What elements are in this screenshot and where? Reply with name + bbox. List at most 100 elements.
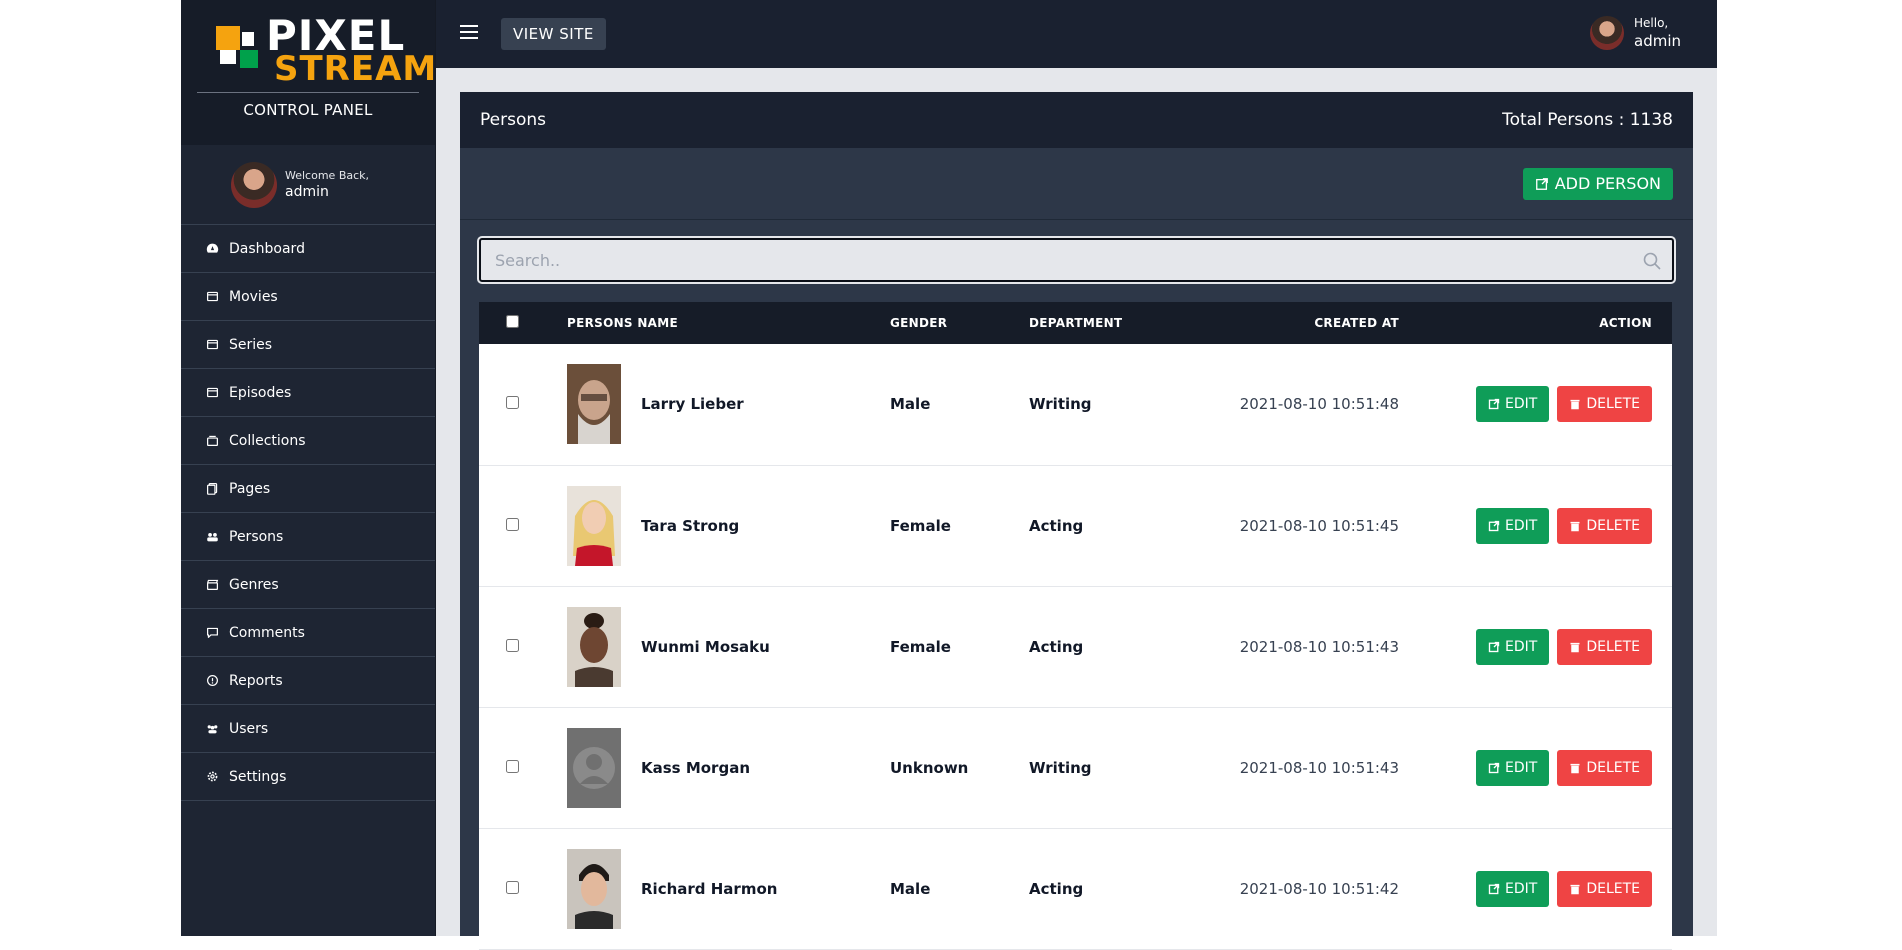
header-action: ACTION (1599, 316, 1652, 330)
sidebar-item-label: Genres (229, 576, 279, 593)
alert-icon (205, 674, 219, 688)
person-department: Writing (1029, 395, 1092, 414)
photo-young-man (567, 848, 621, 929)
sidebar-item-collections[interactable]: Collections (181, 417, 435, 465)
profile-name: admin (285, 184, 329, 200)
sidebar-item-label: Movies (229, 288, 278, 305)
person-gender: Unknown (890, 758, 969, 777)
sidebar-profile: Welcome Back, admin (181, 145, 435, 225)
app-shell: PIXEL STREAM CONTROL PANEL Welcome Back,… (181, 0, 1717, 949)
total-persons-count: Total Persons : 1138 (1502, 110, 1673, 130)
edit-button[interactable]: EDIT (1476, 628, 1550, 665)
edit-icon (1488, 762, 1500, 774)
edit-label: EDIT (1505, 638, 1538, 655)
sidebar-item-label: Settings (229, 768, 287, 785)
select-all-checkbox[interactable] (506, 315, 519, 328)
comment-icon (205, 626, 219, 640)
header-created-at: CREATED AT (1314, 316, 1399, 330)
person-gender: Female (890, 516, 951, 535)
persons-table: PERSONS NAME GENDER DEPARTMENT CREATED A… (479, 302, 1672, 950)
sidebar-item-label: Collections (229, 432, 306, 449)
avatar (231, 161, 277, 208)
sidebar-item-dashboard[interactable]: Dashboard (181, 225, 435, 273)
sidebar-item-episodes[interactable]: Episodes (181, 369, 435, 417)
sidebar-item-label: Reports (229, 672, 283, 689)
person-department: Acting (1029, 879, 1084, 898)
topbar: VIEW SITE Hello, admin (436, 0, 1717, 68)
logo-divider (197, 92, 419, 93)
edit-button[interactable]: EDIT (1476, 507, 1550, 544)
row-checkbox[interactable] (506, 880, 519, 894)
edit-label: EDIT (1505, 880, 1538, 897)
edit-button[interactable]: EDIT (1476, 386, 1550, 423)
collection-icon (205, 434, 219, 448)
gear-icon (205, 770, 219, 784)
persons-panel: Persons Total Persons : 1138 ADD PERSON … (460, 92, 1693, 949)
control-panel-title: CONTROL PANEL (243, 101, 373, 119)
search-box (479, 238, 1674, 282)
delete-label: DELETE (1586, 759, 1640, 776)
header-gender: GENDER (890, 316, 948, 330)
user-menu[interactable]: Hello, admin (1590, 16, 1681, 50)
person-name: Larry Lieber (641, 395, 744, 414)
sidebar-item-users[interactable]: Users (181, 705, 435, 753)
delete-button[interactable]: DELETE (1557, 628, 1652, 665)
row-checkbox[interactable] (506, 759, 519, 773)
search-input[interactable] (481, 240, 1672, 280)
delete-label: DELETE (1586, 396, 1640, 413)
photo-blonde-woman (567, 485, 621, 566)
sidebar-item-series[interactable]: Series (181, 321, 435, 369)
search-icon[interactable] (1642, 251, 1662, 275)
trash-icon (1569, 398, 1581, 410)
header-persons-name: PERSONS NAME (567, 316, 679, 330)
logo-square-orange (216, 26, 240, 50)
film-icon (205, 386, 219, 400)
sidebar-item-label: Persons (229, 528, 284, 545)
delete-button[interactable]: DELETE (1557, 507, 1652, 544)
photo-placeholder (567, 727, 621, 808)
film-icon (205, 290, 219, 304)
edit-button[interactable]: EDIT (1476, 749, 1550, 786)
sidebar-item-persons[interactable]: Persons (181, 513, 435, 561)
hello-text: Hello, (1634, 16, 1669, 30)
row-checkbox[interactable] (506, 638, 519, 652)
table-row: Richard Harmon Male Acting 2021-08-10 10… (479, 828, 1672, 949)
add-person-button[interactable]: ADD PERSON (1522, 167, 1673, 200)
delete-label: DELETE (1586, 880, 1640, 897)
sidebar-item-pages[interactable]: Pages (181, 465, 435, 513)
delete-button[interactable]: DELETE (1557, 749, 1652, 786)
hamburger-menu-icon[interactable] (460, 25, 478, 41)
delete-button[interactable]: DELETE (1557, 386, 1652, 423)
person-department: Acting (1029, 637, 1084, 656)
add-icon (1535, 177, 1549, 191)
users-icon (205, 722, 219, 736)
logo-square-white-small (242, 32, 254, 46)
pages-icon (205, 482, 219, 496)
sidebar-item-comments[interactable]: Comments (181, 609, 435, 657)
person-created-at: 2021-08-10 10:51:43 (1239, 637, 1399, 656)
trash-icon (1569, 520, 1581, 532)
sidebar-item-genres[interactable]: Genres (181, 561, 435, 609)
panel-toolbar: ADD PERSON (460, 148, 1693, 220)
person-gender: Male (890, 879, 931, 898)
delete-label: DELETE (1586, 517, 1640, 534)
person-name: Wunmi Mosaku (641, 637, 770, 656)
logo-area: PIXEL STREAM CONTROL PANEL (181, 0, 436, 145)
row-checkbox[interactable] (506, 396, 519, 410)
view-site-button[interactable]: VIEW SITE (501, 18, 606, 50)
sidebar-item-movies[interactable]: Movies (181, 273, 435, 321)
edit-label: EDIT (1505, 396, 1538, 413)
delete-button[interactable]: DELETE (1557, 870, 1652, 907)
edit-button[interactable]: EDIT (1476, 870, 1550, 907)
add-person-label: ADD PERSON (1554, 174, 1661, 193)
photo-older-man (567, 364, 621, 445)
sidebar-item-label: Episodes (229, 384, 292, 401)
row-checkbox[interactable] (506, 517, 519, 531)
edit-icon (1488, 398, 1500, 410)
sidebar-item-reports[interactable]: Reports (181, 657, 435, 705)
sidebar-item-settings[interactable]: Settings (181, 753, 435, 801)
clapper-icon (205, 578, 219, 592)
pixel-stream-logo[interactable]: PIXEL STREAM (208, 14, 436, 86)
edit-icon (1488, 520, 1500, 532)
person-gender: Male (890, 395, 931, 414)
